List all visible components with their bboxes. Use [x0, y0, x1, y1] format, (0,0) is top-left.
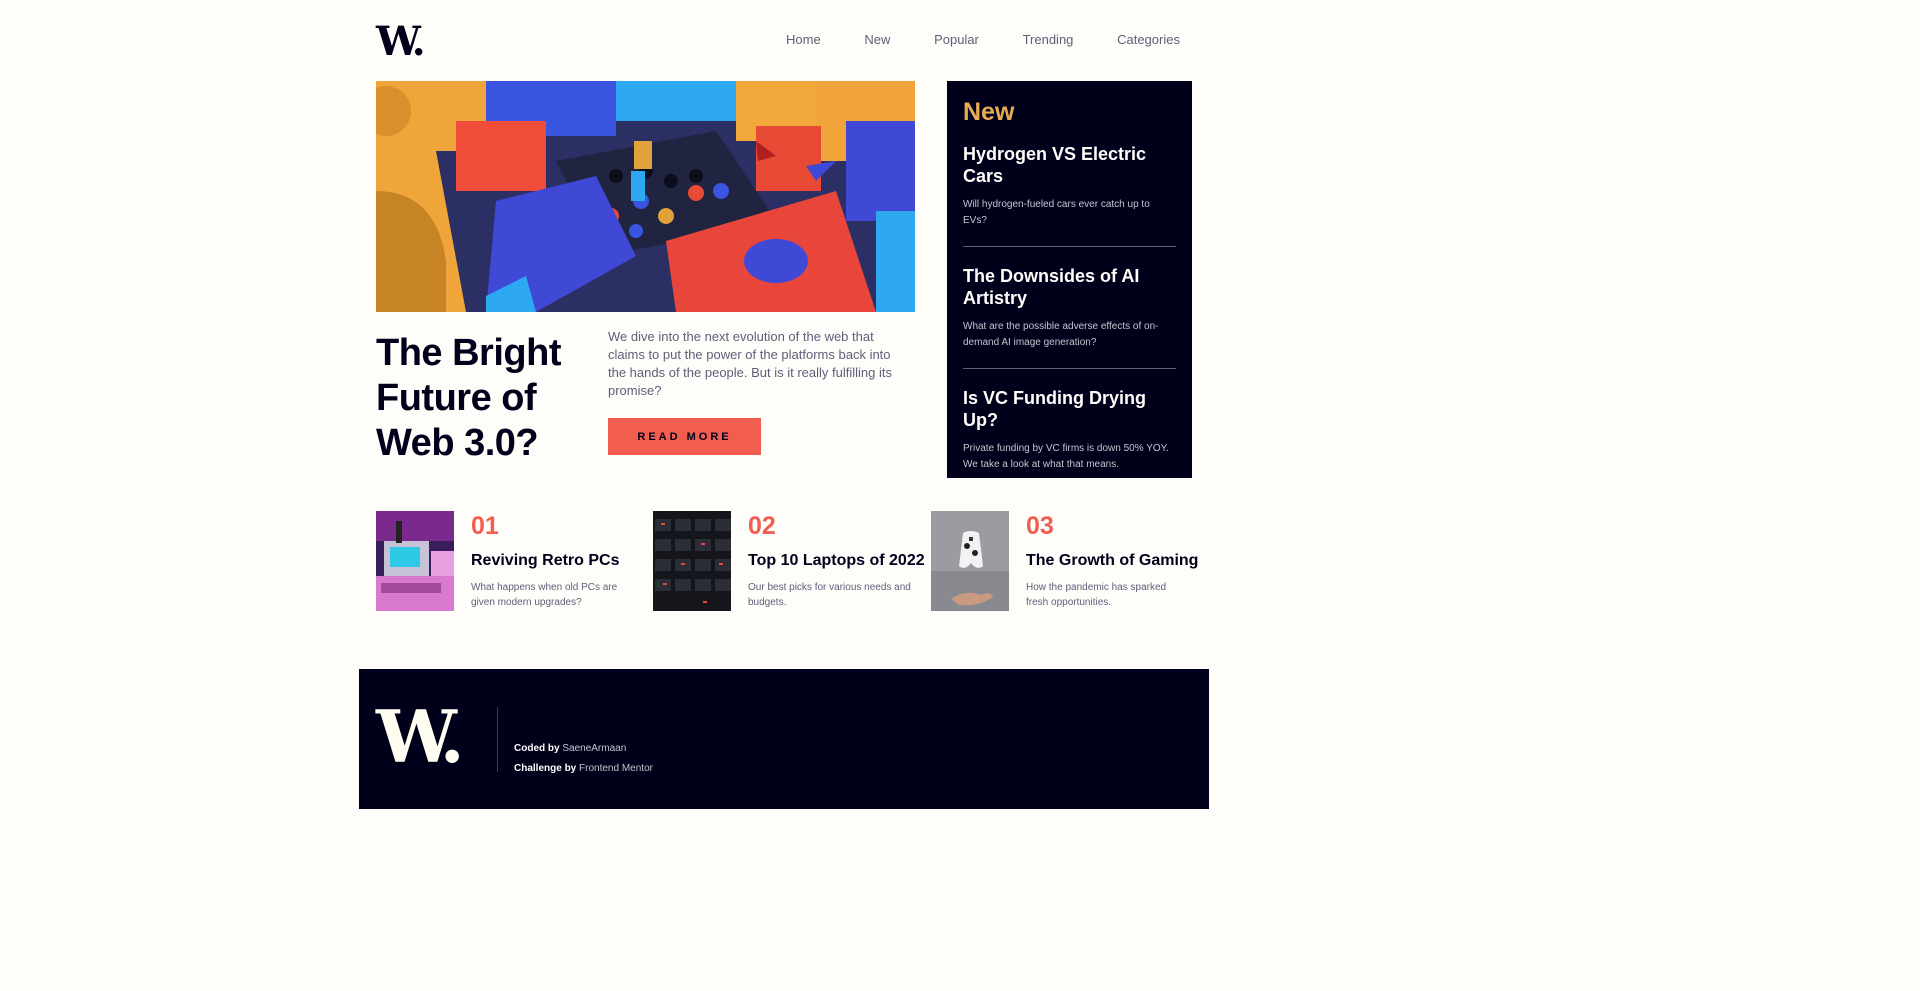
new-item-title[interactable]: Hydrogen VS Electric Cars [963, 143, 1176, 187]
card-desc: Our best picks for various needs and bud… [748, 582, 911, 608]
new-panel: New Hydrogen VS Electric Cars Will hydro… [947, 81, 1192, 478]
nav-trending[interactable]: Trending [1015, 32, 1086, 50]
site-footer: W. Coded by SaeneArmaan Challenge by Fro… [359, 669, 1209, 809]
nav-home[interactable]: Home [778, 32, 833, 50]
divider [963, 246, 1176, 247]
article-card[interactable]: 02 Top 10 Laptops of 2022 Our best picks… [653, 511, 925, 611]
divider [963, 368, 1176, 369]
site-logo[interactable]: W. [376, 22, 426, 62]
new-item-desc: What are the possible adverse effects of… [963, 321, 1159, 348]
main-nav: Home New Popular Trending Categories [778, 32, 1192, 50]
article-card[interactable]: 01 Reviving Retro PCs What happens when … [376, 511, 636, 611]
new-item-desc: Private funding by VC firms is down 50% … [963, 443, 1169, 470]
card-desc: How the pandemic has sparked fresh oppor… [1026, 582, 1167, 608]
challenge-label: Challenge by [514, 763, 577, 774]
article-card[interactable]: 03 The Growth of Gaming How the pandemic… [931, 511, 1198, 611]
hero-image [376, 81, 915, 312]
card-number: 03 [1026, 512, 1054, 540]
read-more-button[interactable]: READ MORE [608, 418, 761, 455]
new-item-title[interactable]: Is VC Funding Drying Up? [963, 387, 1176, 431]
card-title[interactable]: The Growth of Gaming [1026, 552, 1198, 570]
card-desc: What happens when old PCs are given mode… [471, 582, 618, 608]
hero-description: We dive into the next evolution of the w… [608, 329, 892, 398]
footer-separator [497, 707, 498, 772]
card-number: 01 [471, 512, 499, 540]
hero-title: The Bright Future of Web 3.0? [376, 332, 561, 464]
challenge-link[interactable]: Frontend Mentor [579, 763, 653, 774]
nav-popular[interactable]: Popular [926, 32, 991, 50]
laptop-keyboard-image [653, 511, 731, 611]
card-number: 02 [748, 512, 776, 540]
retro-pc-image [376, 511, 454, 611]
game-controller-image [931, 511, 1009, 611]
new-item[interactable]: Hydrogen VS Electric Cars Will hydrogen-… [963, 143, 1176, 229]
new-heading: New [963, 98, 1015, 126]
nav-categories[interactable]: Categories [1109, 32, 1192, 50]
new-item[interactable]: Is VC Funding Drying Up? Private funding… [963, 387, 1176, 473]
new-item-title[interactable]: The Downsides of AI Artistry [963, 265, 1176, 309]
card-title[interactable]: Reviving Retro PCs [471, 552, 619, 570]
nav-new[interactable]: New [856, 32, 902, 50]
footer-logo[interactable]: W. [376, 699, 465, 775]
footer-credits: Coded by SaeneArmaan Challenge by Fronte… [514, 739, 653, 779]
coded-by-link[interactable]: SaeneArmaan [562, 743, 626, 754]
coded-label: Coded by [514, 743, 560, 754]
new-item[interactable]: The Downsides of AI Artistry What are th… [963, 265, 1176, 351]
card-title[interactable]: Top 10 Laptops of 2022 [748, 552, 925, 570]
new-item-desc: Will hydrogen-fueled cars ever catch up … [963, 199, 1150, 226]
